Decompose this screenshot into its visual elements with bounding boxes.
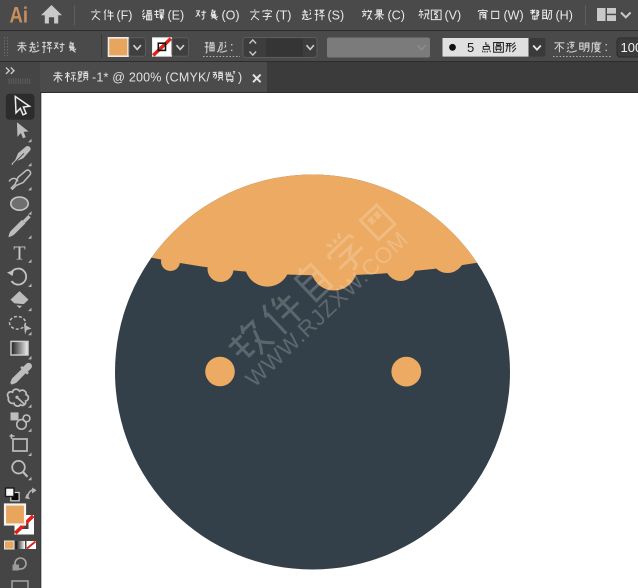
svg-text:): ): [238, 71, 242, 85]
svg-text::: :: [605, 40, 608, 54]
svg-text:Ai: Ai: [10, 4, 28, 28]
svg-text:(S): (S): [328, 8, 345, 22]
svg-text:(W): (W): [504, 8, 524, 22]
svg-text:T: T: [13, 242, 25, 264]
svg-text:(F): (F): [117, 8, 133, 22]
svg-text::: :: [230, 40, 233, 54]
svg-text:(O): (O): [222, 8, 240, 22]
svg-text:(H): (H): [556, 8, 573, 22]
svg-text:-1* @ 200% (CMYK/: -1* @ 200% (CMYK/: [92, 71, 211, 85]
svg-text:(T): (T): [276, 8, 292, 22]
svg-text:100: 100: [621, 40, 638, 55]
svg-text:(V): (V): [445, 8, 462, 22]
svg-text:(C): (C): [388, 8, 405, 22]
svg-text:5: 5: [467, 40, 474, 55]
svg-text:(E): (E): [168, 8, 185, 22]
